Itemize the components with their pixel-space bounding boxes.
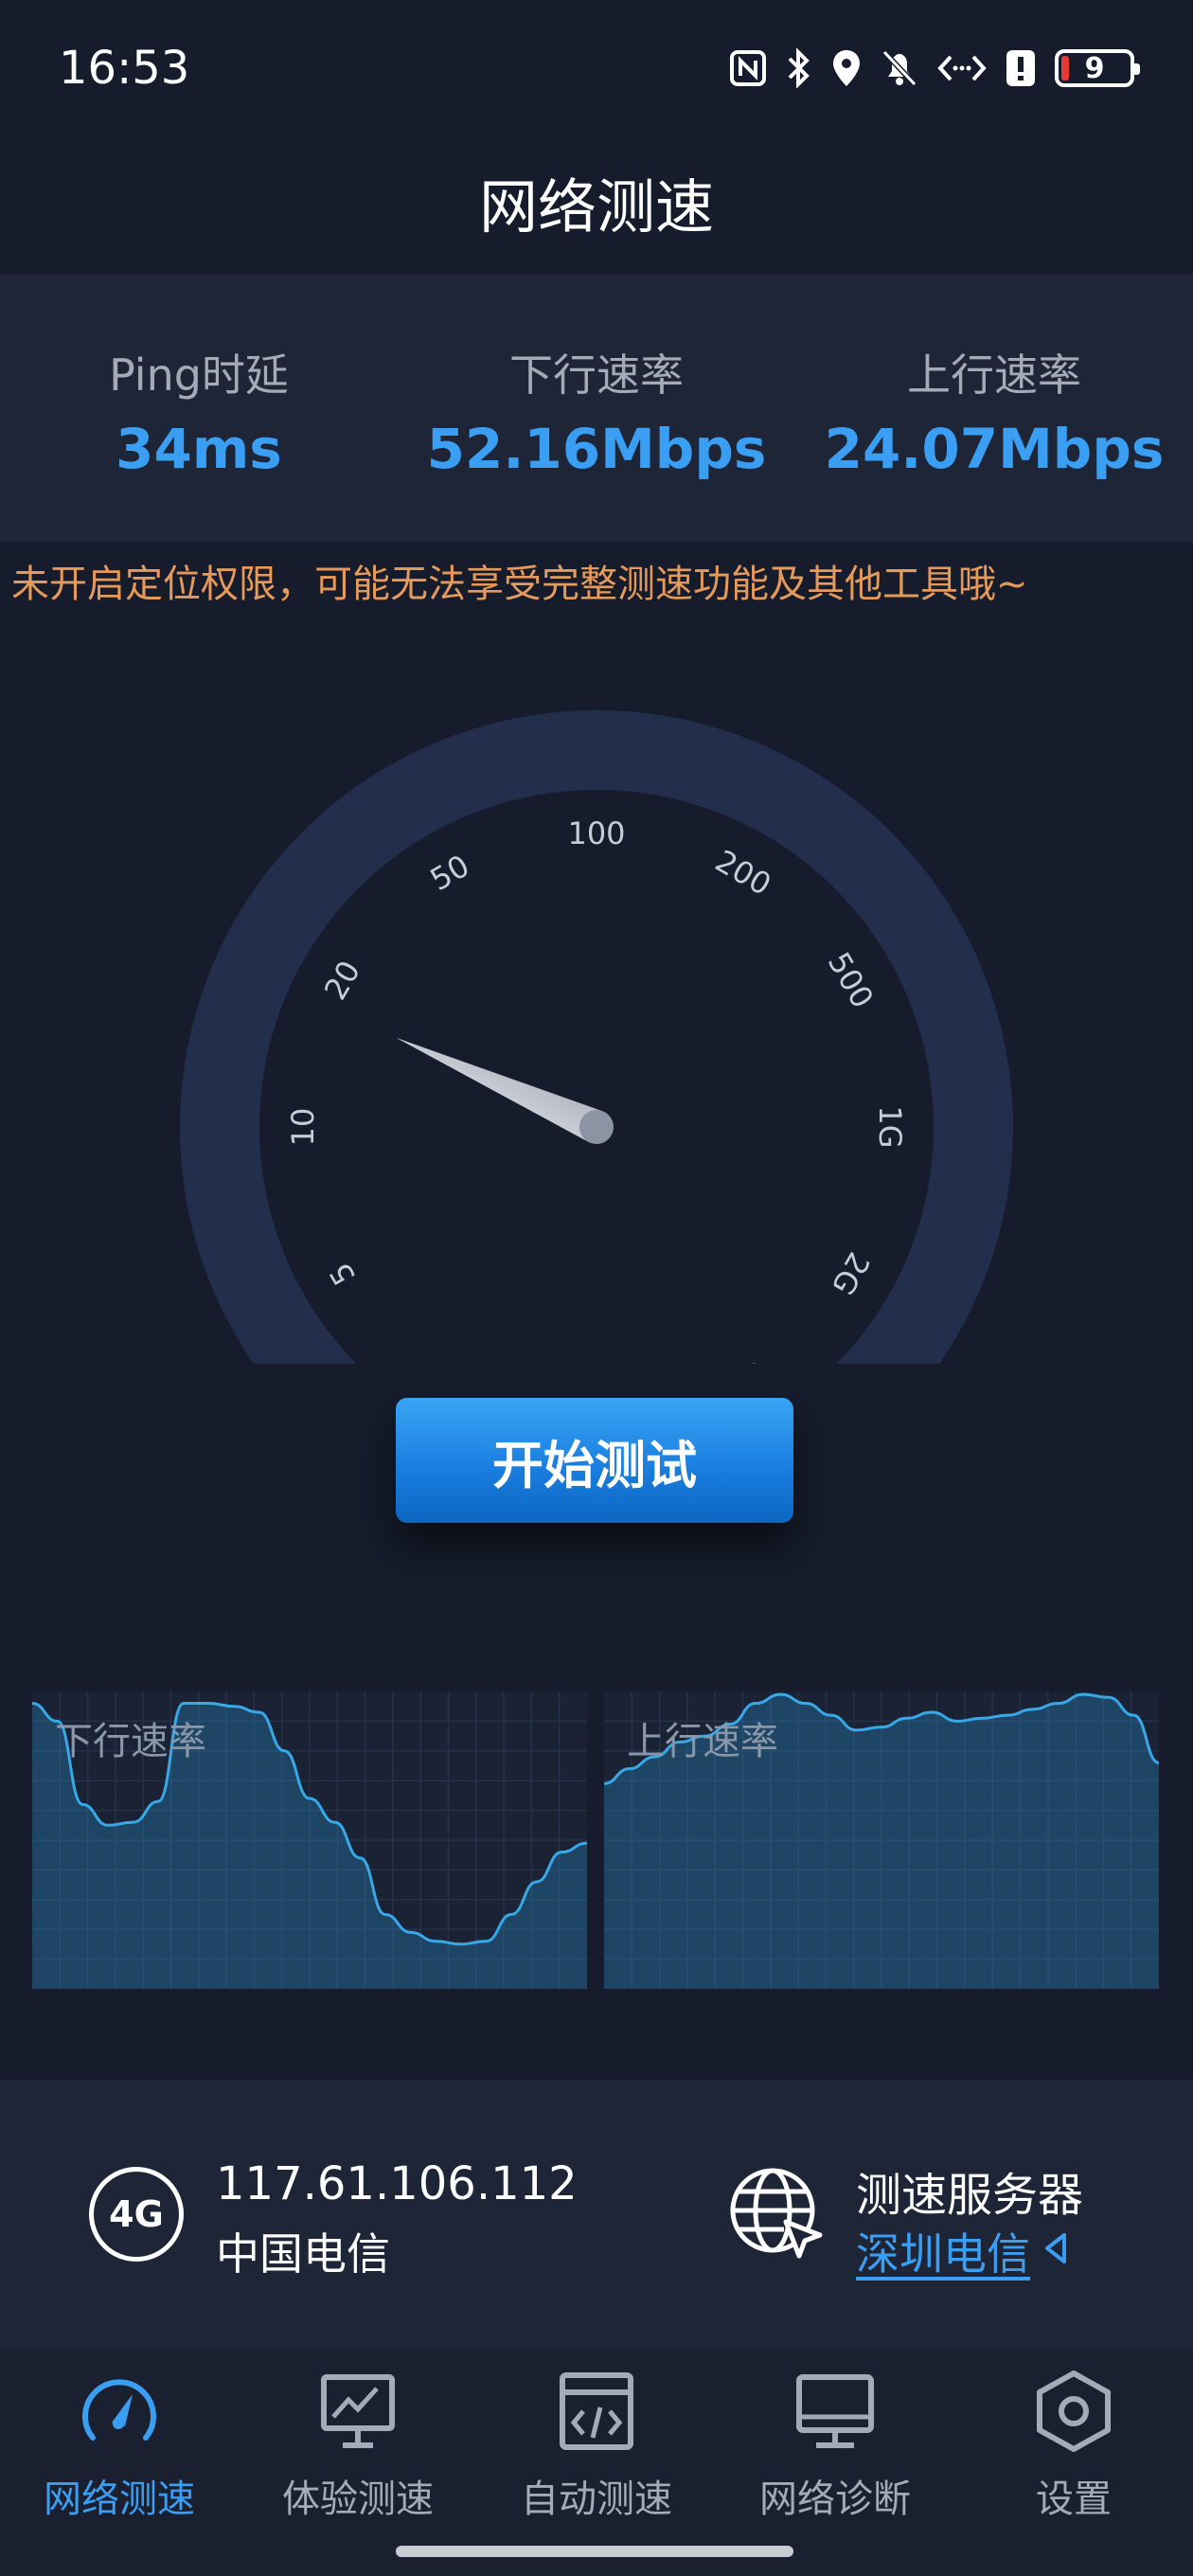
gauge-tick-label: 0 <box>433 1361 468 1364</box>
ip-address: 117.61.106.112 <box>216 2157 578 2210</box>
download-graph: 下行速率 <box>32 1691 587 1989</box>
gauge-needle-hub <box>579 1110 614 1144</box>
network-info-panel: 4G 117.61.106.112 中国电信 测速服务器 深圳电信 <box>0 2080 1193 2351</box>
gauge-tick-label: 50 <box>424 848 475 898</box>
stat-upload: 上行速率 24.07Mbps <box>795 275 1193 542</box>
download-graph-label: 下行速率 <box>55 1720 206 1763</box>
stat-ping-label: Ping时延 <box>109 349 289 401</box>
globe-cursor-icon <box>730 2168 823 2259</box>
stat-download: 下行速率 52.16Mbps <box>398 275 795 542</box>
gauge-tick-label: 200 <box>709 843 777 903</box>
server-label: 测速服务器 <box>856 2169 1084 2222</box>
home-indicator[interactable] <box>396 2546 793 2557</box>
location-icon <box>833 50 860 86</box>
network-type-badge: 4G <box>89 2167 184 2262</box>
location-permission-warning[interactable]: 未开启定位权限，可能无法享受完整测速功能及其他工具哦~ <box>11 553 1028 608</box>
upload-graph-label: 上行速率 <box>627 1720 778 1763</box>
upload-graph: 上行速率 <box>604 1691 1159 1989</box>
gauge-needle-pointer <box>396 1037 604 1143</box>
nav-auto-test[interactable]: 自动测速 <box>477 2351 716 2576</box>
stat-download-label: 下行速率 <box>509 349 684 401</box>
battery-level: 9 <box>1084 51 1105 85</box>
gauge-tick-label: 5G <box>716 1355 771 1364</box>
nav-speed-test-label: 网络测速 <box>44 2478 195 2521</box>
code-window-icon <box>560 2372 633 2450</box>
desktop-icon <box>796 2374 874 2448</box>
nav-speed-test[interactable]: 网络测速 <box>0 2351 239 2576</box>
bluetooth-icon <box>788 48 810 88</box>
nav-network-diagnosis-label: 网络诊断 <box>759 2478 911 2521</box>
bell-muted-icon <box>881 49 917 87</box>
stat-upload-label: 上行速率 <box>907 349 1081 401</box>
nav-network-diagnosis[interactable]: 网络诊断 <box>716 2351 954 2576</box>
stat-ping: Ping时延 34ms <box>0 275 398 542</box>
gauge-tick-label: 2G <box>825 1246 877 1301</box>
gauge-tick-label: 1G <box>872 1105 908 1148</box>
alert-icon <box>1006 50 1035 86</box>
status-icons: 9 <box>729 42 1140 95</box>
stat-download-value: 52.16Mbps <box>426 417 767 481</box>
nav-auto-test-label: 自动测速 <box>521 2478 672 2521</box>
gauge-tick-label: 10 <box>285 1108 321 1147</box>
nav-experience-test[interactable]: 体验测速 <box>239 2351 477 2576</box>
gauge-tick-label: 500 <box>821 946 881 1014</box>
start-test-button[interactable]: 开始测试 <box>396 1398 793 1523</box>
gauge-tick-label: 100 <box>567 815 625 851</box>
speed-gauge: 0 5 10 20 50 100 200 500 1G 2G 5G <box>180 710 1013 1364</box>
stat-ping-value: 34ms <box>116 417 282 481</box>
nav-experience-test-label: 体验测速 <box>282 2478 434 2521</box>
nfc-icon <box>730 50 766 86</box>
status-time: 16:53 <box>59 42 190 95</box>
server-select-link[interactable]: 深圳电信 <box>856 2220 1030 2282</box>
carrier-name: 中国电信 <box>216 2228 390 2280</box>
stats-panel: Ping时延 34ms 下行速率 52.16Mbps 上行速率 24.07Mbp… <box>0 275 1193 542</box>
stat-upload-value: 24.07Mbps <box>824 417 1165 481</box>
gauge-tick-label: 5 <box>322 1257 363 1292</box>
monitor-chart-icon <box>321 2374 395 2448</box>
nav-settings-label: 设置 <box>1036 2478 1112 2521</box>
gauge-needle <box>396 1037 614 1144</box>
caret-left-icon[interactable] <box>1043 2231 1068 2265</box>
nav-settings[interactable]: 设置 <box>954 2351 1193 2576</box>
gauge-ticks: 0 5 10 20 50 100 200 500 1G 2G 5G <box>285 815 908 1364</box>
settings-hexagon-icon <box>1037 2370 1111 2452</box>
page-title: 网络测速 <box>478 172 714 242</box>
bottom-nav: 网络测速 体验测速 自动测速 网络诊断 设置 <box>0 2351 1193 2576</box>
data-transfer-icon <box>937 55 987 81</box>
status-bar: 16:53 9 <box>0 0 1193 133</box>
speedometer-icon <box>82 2379 156 2441</box>
gauge-tick-label: 20 <box>317 955 367 1006</box>
battery-icon: 9 <box>1055 49 1140 87</box>
